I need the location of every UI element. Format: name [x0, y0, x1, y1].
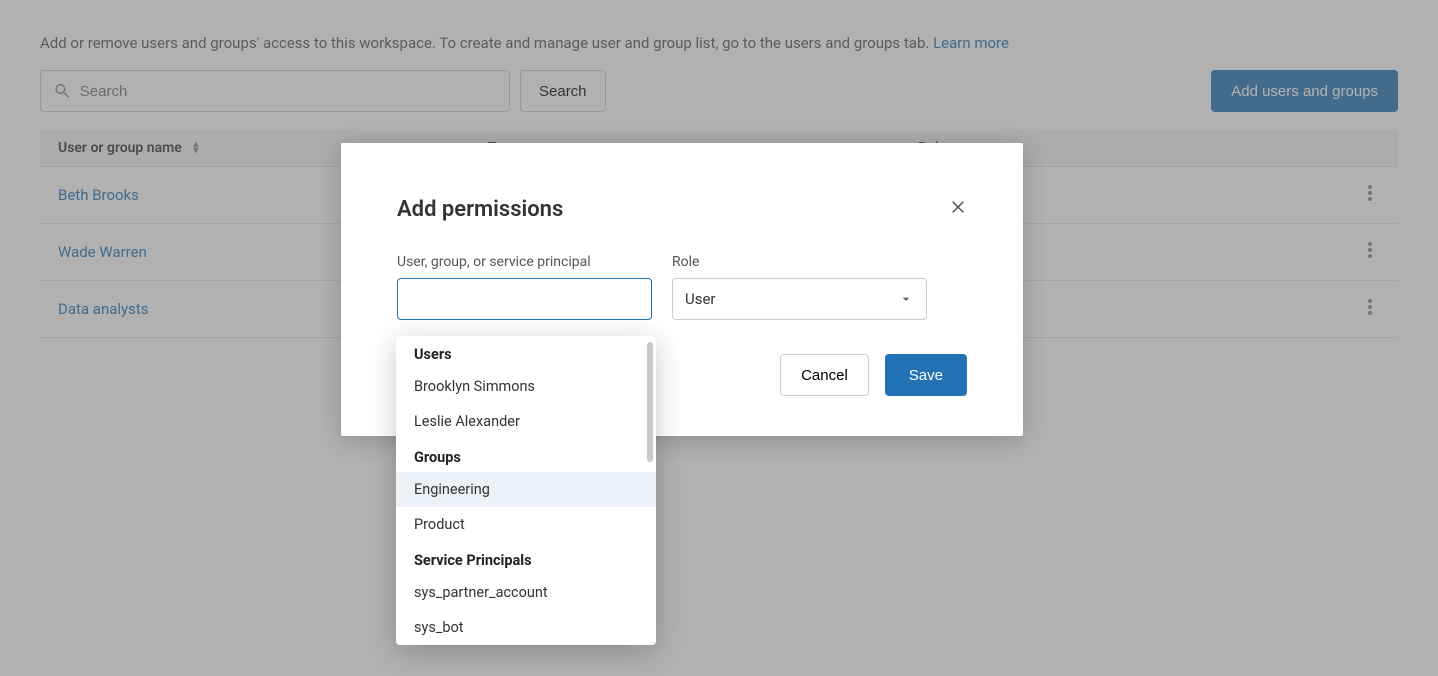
principal-input[interactable] [397, 278, 652, 320]
role-select[interactable]: User [672, 278, 927, 320]
dropdown-section-groups: Groups [396, 439, 656, 472]
close-icon[interactable] [949, 197, 967, 219]
role-select-value: User [685, 290, 716, 308]
chevron-down-icon [898, 291, 914, 307]
dropdown-section-sp: Service Principals [396, 542, 656, 575]
dropdown-item-user[interactable]: Brooklyn Simmons [396, 369, 656, 404]
save-button[interactable]: Save [885, 354, 967, 396]
dropdown-item-sp[interactable]: sys_bot [396, 610, 656, 645]
cancel-button[interactable]: Cancel [780, 354, 869, 396]
principal-label: User, group, or service principal [397, 254, 652, 270]
modal-title: Add permissions [397, 197, 967, 222]
dropdown-item-group[interactable]: Product [396, 507, 656, 542]
dropdown-section-users: Users [396, 336, 656, 369]
dropdown-item-group[interactable]: Engineering [396, 472, 656, 507]
role-label: Role [672, 254, 927, 270]
dropdown-item-user[interactable]: Leslie Alexander [396, 404, 656, 439]
dropdown-item-sp[interactable]: sys_partner_account [396, 575, 656, 610]
principal-dropdown: Users Brooklyn Simmons Leslie Alexander … [396, 336, 656, 645]
